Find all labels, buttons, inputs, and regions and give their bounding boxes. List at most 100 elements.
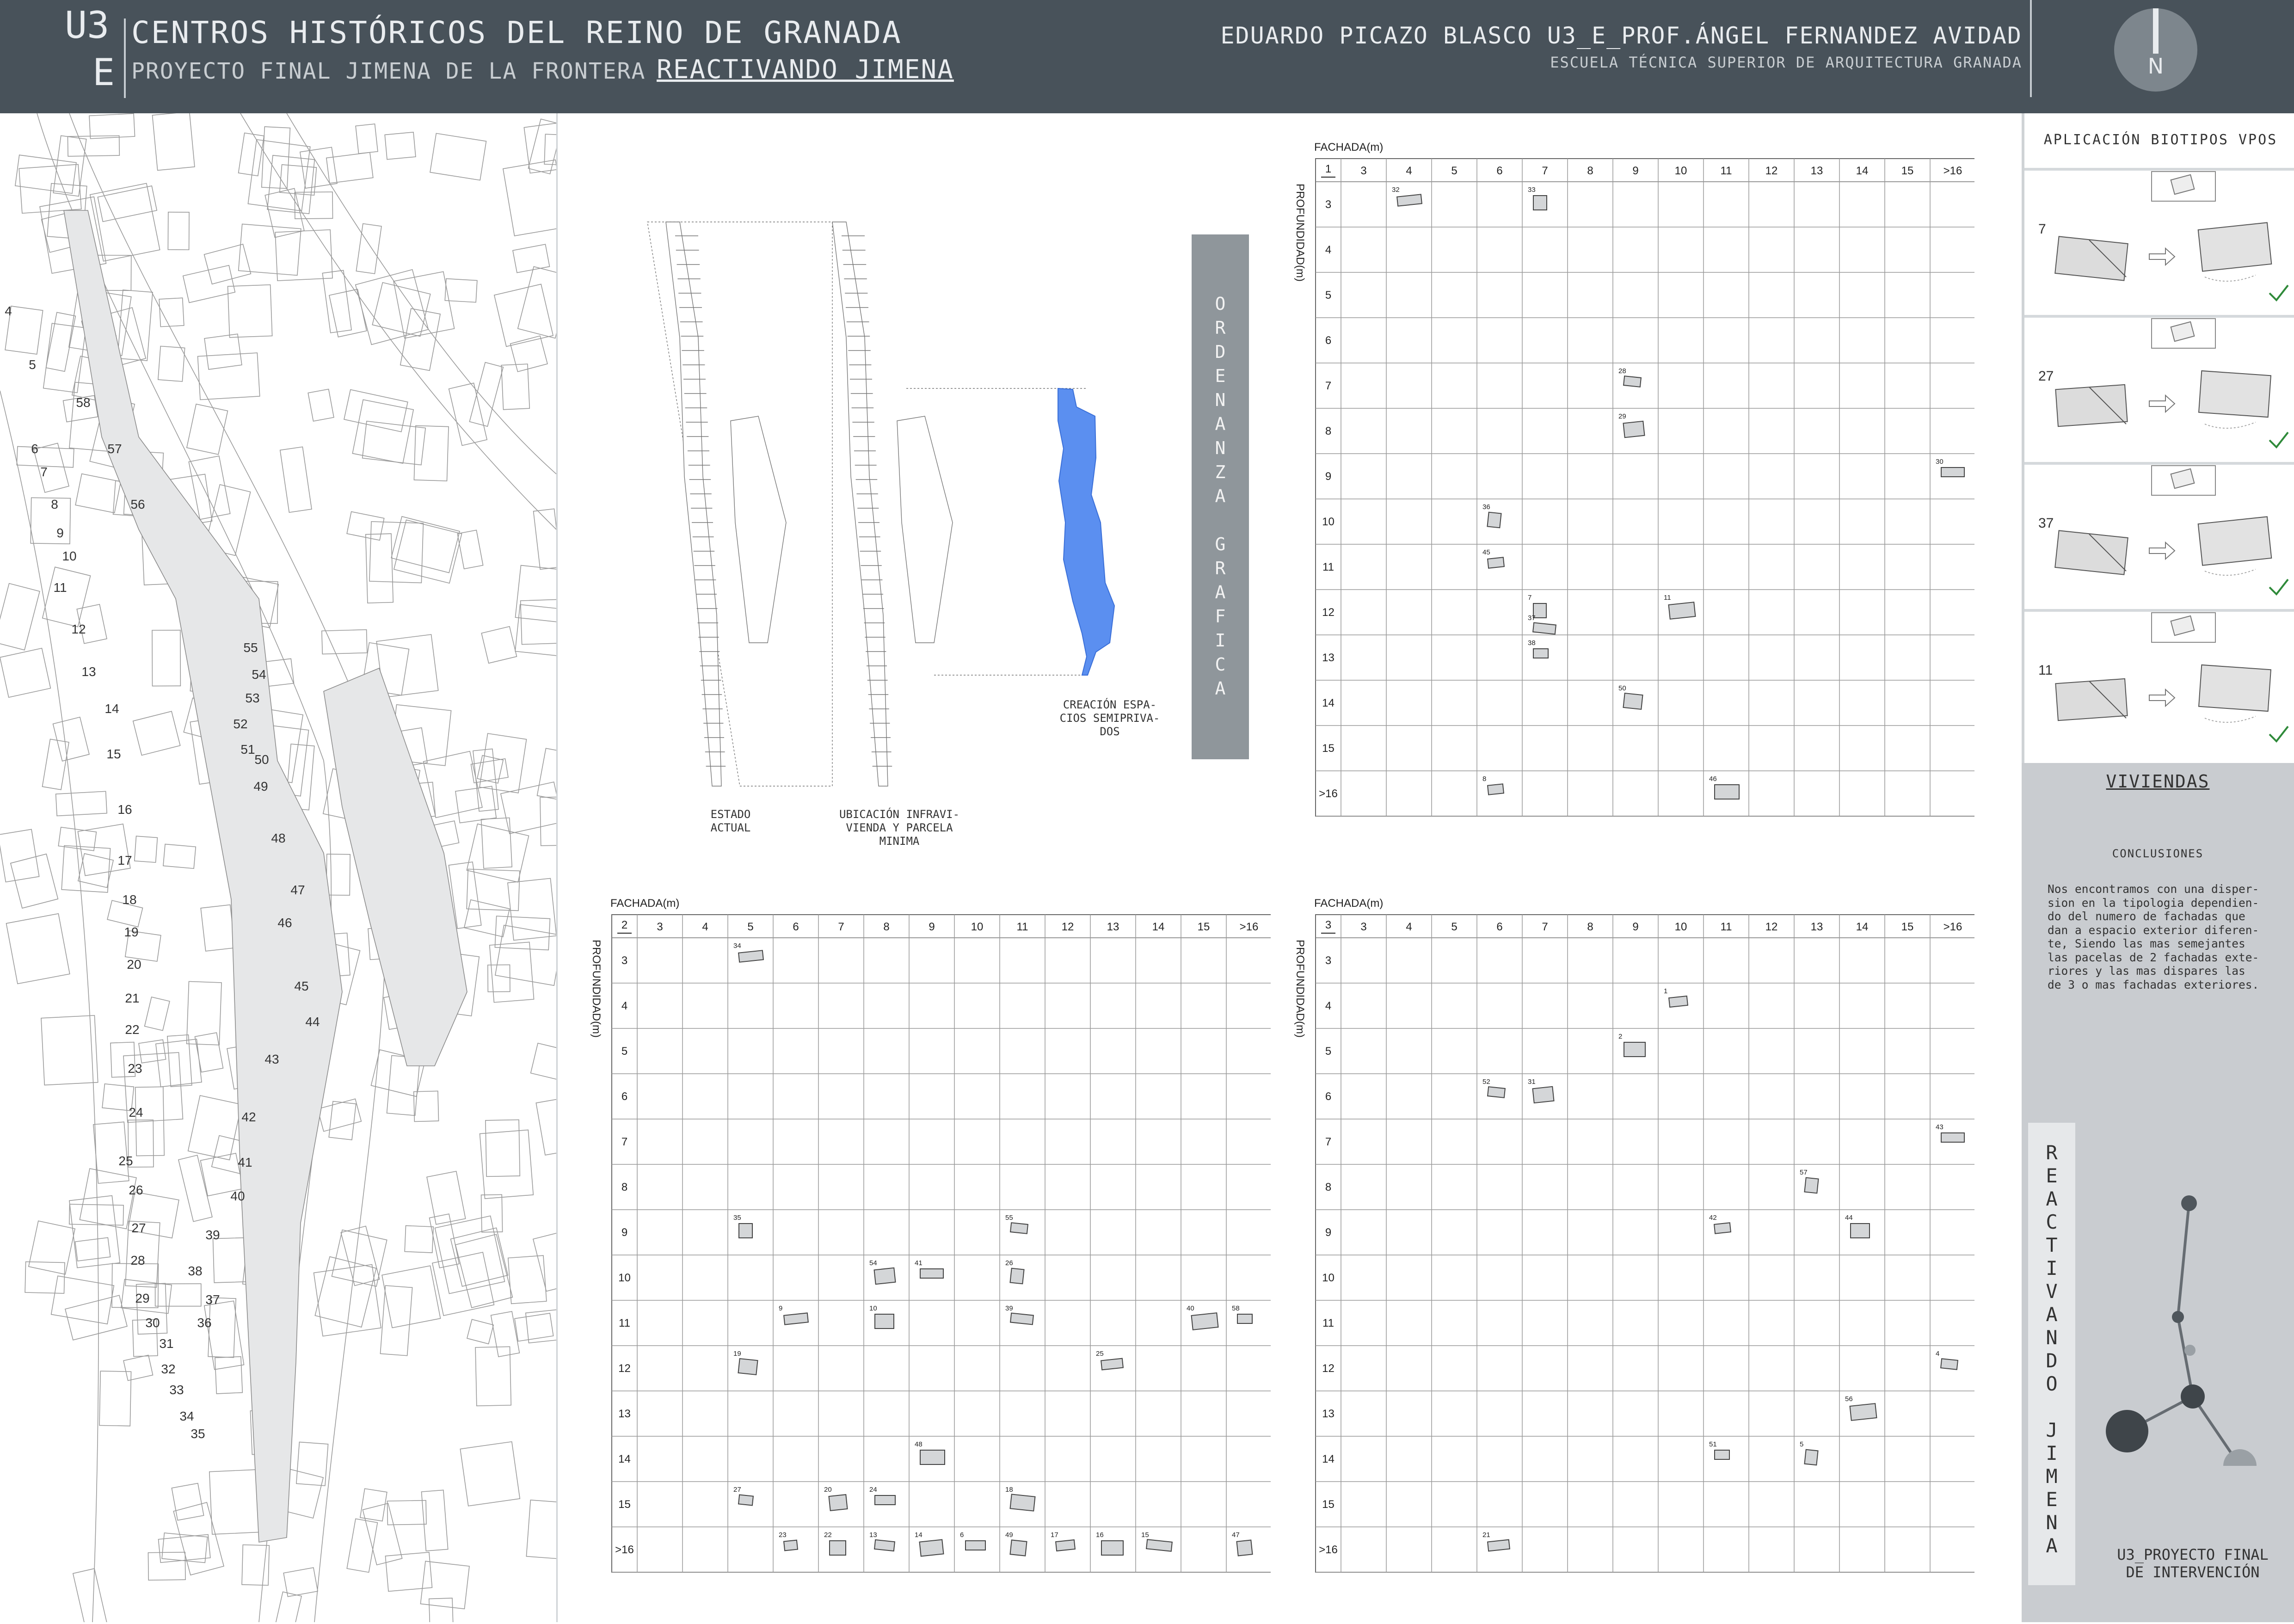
row-label: 13 [618, 1408, 631, 1420]
vertical-letter: R [1215, 318, 1226, 338]
lot-shape [920, 1450, 945, 1465]
building-outline [167, 211, 190, 250]
row-label: 15 [1322, 742, 1335, 755]
building-outline [247, 139, 311, 212]
row-label: 14 [1322, 1453, 1335, 1465]
building-outline [159, 297, 185, 327]
lot-label: 54 [869, 1259, 877, 1267]
building-outline [148, 1551, 186, 1581]
biotipo-number: 27 [2038, 369, 2054, 384]
building-outline [479, 733, 527, 794]
biotipo-number: 11 [2038, 663, 2053, 678]
conclusion-line: sion en la tipologia dependien- [2048, 896, 2259, 910]
row-label: 8 [1325, 1181, 1331, 1193]
building-outline [426, 1171, 466, 1225]
lot-label: 18 [1005, 1486, 1013, 1494]
lot-label: 13 [869, 1531, 877, 1539]
biotipo-row: 11 [2024, 609, 2294, 759]
lot-shape [1623, 420, 1645, 438]
building-outline [203, 244, 252, 285]
plot-number: 52 [233, 717, 247, 731]
building-outline [154, 1283, 202, 1307]
lot-label: 9 [779, 1304, 782, 1312]
building-outline [328, 1101, 357, 1140]
plot-number: 13 [81, 664, 96, 679]
plot-number: 35 [191, 1427, 205, 1441]
grid-id: 1 [1325, 163, 1331, 175]
building-outline [381, 1265, 441, 1329]
lot-label: 58 [1232, 1304, 1240, 1312]
lot-label: 11 [1664, 594, 1671, 602]
typology-grid-3: FACHADA(m)PROFUNDIDAD(m)3 3 4 5 6 7 8 9 10 11 12 13… [1294, 897, 1974, 1573]
lot-label: 56 [1845, 1395, 1853, 1403]
building-outline [25, 1261, 65, 1294]
caption-line: UBICACIÓN INFRAVI- [839, 808, 960, 821]
lot-label: 2 [1618, 1033, 1622, 1040]
plot-number: 54 [252, 667, 266, 682]
building-outline [328, 289, 367, 338]
building-outline [526, 1499, 585, 1561]
building-outline [241, 1544, 270, 1586]
vertical-letter: E [2046, 1488, 2058, 1511]
header-divider [124, 18, 126, 98]
building-outline [41, 1015, 98, 1086]
row-label: 15 [618, 1498, 631, 1511]
building-outline [144, 997, 170, 1031]
plot-number: 12 [71, 622, 86, 636]
caption-line: ACTUAL [710, 821, 751, 834]
column-label: 7 [1542, 921, 1548, 933]
header-divider-right [2030, 0, 2032, 97]
grid-frame [1315, 914, 1974, 1573]
building-outline [423, 750, 483, 818]
lot-label: 36 [1482, 503, 1490, 511]
column-label: 8 [1587, 921, 1593, 933]
building-outline [152, 629, 181, 687]
plot-number: 50 [254, 752, 269, 767]
profundidad-axis-label: PROFUNDIDAD(m) [1294, 184, 1306, 282]
building-outline [501, 363, 530, 410]
column-label: >16 [1943, 921, 1962, 933]
row-label: 11 [619, 1317, 630, 1329]
street-edge [286, 113, 557, 474]
lot-label: 37 [1528, 614, 1536, 622]
building-outline [429, 1213, 460, 1268]
plot-number: 10 [62, 549, 76, 563]
caption-line: ESTADO [710, 808, 751, 821]
ordenanza-grafica-label: ORDENANZAGRAFICA [1192, 234, 1249, 759]
plot-strip [63, 210, 343, 1543]
lot-shape [874, 1314, 894, 1329]
lot-shape [920, 1268, 944, 1279]
plot-number: 30 [145, 1316, 160, 1330]
lot-label: 7 [1528, 594, 1531, 602]
building-outline [535, 1098, 571, 1156]
column-label: 14 [1856, 921, 1869, 933]
lot-label: 29 [1618, 412, 1626, 420]
final-line: U3_PROYECTO FINAL [2117, 1546, 2269, 1563]
building-outline [28, 1220, 76, 1275]
parcel-outline [832, 221, 888, 787]
building-outline [387, 1500, 427, 1526]
row-label: 5 [1325, 289, 1331, 301]
row-label: 11 [1322, 1317, 1334, 1329]
check-icon [2269, 431, 2289, 449]
building-outline [161, 1532, 208, 1563]
typology-grid-2: FACHADA(m)PROFUNDIDAD(m)2 3 4 5 6 7 8 9 10 11 12 13… [590, 897, 1271, 1573]
plot-number: 32 [161, 1362, 175, 1376]
column-label: 15 [1901, 165, 1914, 177]
plot-number: 44 [305, 1015, 320, 1029]
plot-number: 9 [56, 526, 64, 540]
building-outline [99, 1371, 132, 1427]
plot-number: 57 [107, 442, 122, 456]
lot-label: 55 [1005, 1214, 1013, 1222]
lot-shape [738, 1494, 754, 1506]
lot-label: 38 [1528, 639, 1536, 647]
building-outline [344, 389, 408, 432]
lot-shape [1532, 622, 1557, 635]
biotipo-number: 37 [2038, 516, 2054, 531]
transform-arrow-icon [2149, 688, 2176, 707]
plot-number: 8 [51, 497, 58, 511]
building-outline [460, 1441, 521, 1507]
lot-label: 47 [1232, 1531, 1240, 1539]
plot-number: 5 [29, 357, 36, 372]
plot-number: 49 [253, 779, 268, 794]
